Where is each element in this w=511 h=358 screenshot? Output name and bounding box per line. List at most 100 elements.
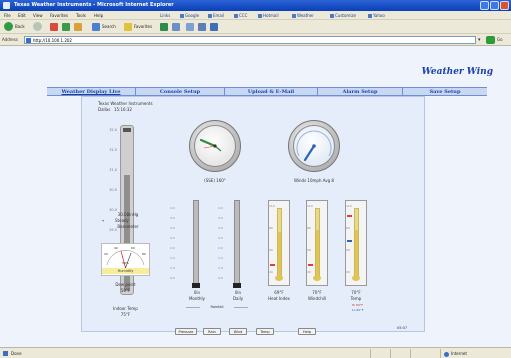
hygro-tick: 20 [104, 252, 108, 256]
page-icon [258, 14, 262, 18]
tab-alarm-setup[interactable]: Alarm Setup [318, 88, 402, 96]
maximize-button[interactable] [490, 1, 499, 10]
help-button[interactable]: Help [298, 328, 316, 335]
chevron-down-icon[interactable]: ▾ [478, 37, 481, 43]
edit-page-icon[interactable] [210, 23, 218, 31]
refresh-icon[interactable] [62, 23, 70, 31]
favorites-icon[interactable] [124, 23, 132, 31]
address-input[interactable]: http://10.100.1.202 [24, 36, 476, 44]
thermo-tick: 50 [307, 248, 311, 252]
back-label[interactable]: Back [15, 24, 25, 29]
menu-edit[interactable]: Edit [18, 13, 26, 18]
history-icon[interactable] [172, 23, 180, 31]
link-weather[interactable]: Weather [292, 13, 314, 18]
go-icon[interactable] [486, 36, 495, 44]
wind-speed-needle [296, 130, 332, 162]
menu-favorites[interactable]: Favorites [50, 13, 68, 18]
page-icon [330, 14, 334, 18]
rain-tick: 2.0 [218, 246, 223, 250]
hygro-label: Humidity [117, 269, 134, 273]
thermo-tick: 110 [346, 204, 352, 208]
rain-tick: 3.0 [218, 226, 223, 230]
menu-file[interactable]: File [4, 13, 11, 18]
rain-button[interactable]: Rain [203, 328, 221, 335]
windchill-value: 70°F [312, 290, 322, 295]
wind-direction-pointer [199, 138, 222, 152]
rain-daily-label: Daily [232, 296, 244, 301]
tab-save-setup[interactable]: Save Setup [403, 88, 487, 96]
thermo-tick: 80 [346, 226, 350, 230]
baro-label: Barometer [117, 224, 139, 229]
wind-button[interactable]: Wind [229, 328, 247, 335]
rain-daily-value: 0in [234, 290, 242, 295]
home-icon[interactable] [74, 23, 82, 31]
page-time: 05:07 [397, 326, 408, 330]
dew-point-label: Dew point [115, 282, 136, 287]
temp-label: Temp [350, 296, 362, 301]
rain-tick: 0.5 [170, 276, 175, 280]
thermo-tick: 50 [269, 248, 273, 252]
trend-arrow-icon: → [101, 218, 105, 223]
rain-tick: 1.0 [170, 266, 175, 270]
station-time: 15:16:32 [114, 107, 132, 112]
rain-tick: 1.5 [218, 256, 223, 260]
rain-tick: 2.5 [218, 236, 223, 240]
rain-tick: 0.5 [218, 276, 223, 280]
thermo-tick: 20 [269, 270, 273, 274]
rain-tick: 1.0 [218, 266, 223, 270]
mail-icon[interactable] [186, 23, 194, 31]
link-ccc[interactable]: CCC [234, 13, 247, 18]
forward-icon[interactable] [33, 22, 42, 31]
media-icon[interactable] [160, 23, 168, 31]
heat-index-marker [270, 264, 275, 266]
minimize-button[interactable] [480, 1, 489, 10]
print-icon[interactable] [198, 23, 206, 31]
heat-index-label: Heat Index [268, 296, 290, 301]
nav-tabs: Weather Display Live Console Setup Uploa… [47, 87, 487, 96]
station-city: Dallas [98, 107, 111, 112]
indoor-temp-value: 75°F [120, 312, 131, 317]
heat-index-value: 69°F [274, 290, 284, 295]
temp-button[interactable]: Temp [256, 328, 274, 335]
pressure-button[interactable]: Pressure [175, 328, 197, 335]
menu-view[interactable]: View [33, 13, 43, 18]
search-label[interactable]: Search [102, 24, 116, 29]
tab-upload-email[interactable]: Upload & E-Mail [225, 88, 317, 96]
close-button[interactable] [500, 1, 509, 10]
page-icon [234, 14, 238, 18]
menu-help[interactable]: Help [94, 13, 103, 18]
rain-tick: 4.0 [218, 206, 223, 210]
rain-monthly-value: 0in [193, 290, 201, 295]
windchill-marker [308, 264, 313, 266]
wind-direction-label: (SSE) 160° [204, 178, 226, 183]
rain-tick: 3.5 [170, 216, 175, 220]
tab-console-setup[interactable]: Console Setup [136, 88, 224, 96]
windchill-level [316, 230, 319, 276]
dew-point-value: 50°F [120, 288, 131, 293]
link-hotmail[interactable]: Hotmail [258, 13, 279, 18]
wind-speed-label: Winds 10mph Avg 8 [294, 178, 334, 183]
stop-icon[interactable] [50, 23, 58, 31]
thermo-tick: 20 [346, 270, 350, 274]
address-bar: Address http://10.100.1.202 ▾ Go [0, 34, 511, 46]
link-customize[interactable]: Customize [330, 13, 356, 18]
hygro-tick: 40 [114, 246, 118, 250]
indoor-temp-label: Indoor Temp [113, 306, 138, 311]
page-icon [208, 14, 212, 18]
go-button[interactable]: Go [497, 37, 503, 42]
menu-tools[interactable]: Tools [76, 13, 86, 18]
link-google[interactable]: Google [180, 13, 199, 18]
favorites-label[interactable]: Favorites [134, 24, 152, 29]
barometer-cap [123, 128, 131, 132]
links-label: Links [160, 13, 171, 18]
back-icon[interactable] [4, 22, 13, 31]
rain-tick: 3.5 [218, 216, 223, 220]
page-icon [3, 351, 8, 356]
link-yahoo[interactable]: Yahoo [368, 13, 385, 18]
windchill-label: Windchill [307, 296, 327, 301]
thermo-tick: 110 [307, 204, 313, 208]
address-url[interactable]: http://10.100.1.202 [33, 38, 72, 43]
search-icon[interactable] [92, 23, 100, 31]
link-email[interactable]: Email [208, 13, 224, 18]
tab-weather-display-live[interactable]: Weather Display Live [47, 88, 135, 96]
